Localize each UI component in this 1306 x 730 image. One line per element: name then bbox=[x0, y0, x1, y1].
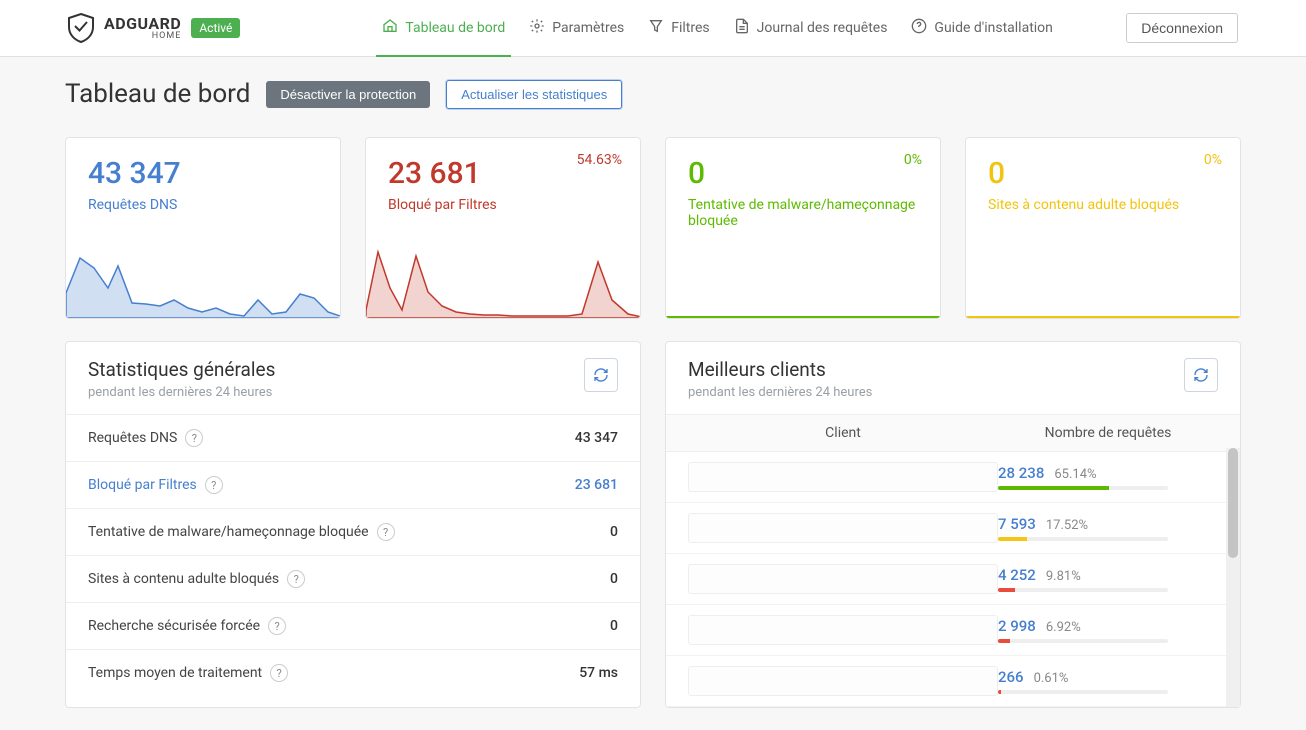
card-blocked[interactable]: 54.63% 23 681 Bloqué par Filtres bbox=[365, 137, 641, 319]
refresh-stats-button[interactable]: Actualiser les statistiques bbox=[446, 80, 622, 109]
refresh-icon bbox=[1193, 367, 1209, 383]
logo[interactable]: ADGUARD HOME bbox=[68, 13, 181, 43]
stat-value: 57 ms bbox=[579, 665, 618, 681]
panel-subtitle: pendant les dernières 24 heures bbox=[688, 385, 872, 400]
header: ADGUARD HOME Activé Tableau de bord Para… bbox=[0, 0, 1306, 57]
stat-label: Tentative de malware/hameçonnage bloquée bbox=[88, 524, 369, 540]
help-icon[interactable]: ? bbox=[268, 617, 286, 635]
progress-bar bbox=[998, 639, 1168, 643]
request-count: 4 252 bbox=[998, 566, 1036, 584]
stat-label: Requêtes DNS bbox=[88, 430, 177, 446]
client-name-cell bbox=[688, 513, 998, 543]
page-header: Tableau de bord Désactiver la protection… bbox=[65, 79, 1241, 109]
progress-bar bbox=[998, 486, 1168, 490]
stat-row: Tentative de malware/hameçonnage bloquée… bbox=[66, 508, 640, 555]
table-row: 2 998 6.92% bbox=[666, 605, 1240, 656]
client-name-cell bbox=[688, 462, 998, 492]
panel-subtitle: pendant les dernières 24 heures bbox=[88, 385, 275, 400]
document-icon bbox=[734, 18, 750, 38]
stat-value: 43 347 bbox=[575, 430, 618, 446]
page-title: Tableau de bord bbox=[65, 79, 250, 109]
refresh-icon-button[interactable] bbox=[584, 358, 618, 392]
stat-row: Bloqué par Filtres? 23 681 bbox=[66, 461, 640, 508]
table-header: Client Nombre de requêtes bbox=[666, 414, 1240, 452]
nav-filters[interactable]: Filtres bbox=[636, 0, 721, 57]
request-pct: 17.52% bbox=[1046, 518, 1088, 533]
refresh-icon-button[interactable] bbox=[1184, 358, 1218, 392]
scrollbar[interactable] bbox=[1226, 448, 1240, 707]
help-icon[interactable]: ? bbox=[377, 523, 395, 541]
nav-settings[interactable]: Paramètres bbox=[517, 0, 636, 57]
top-clients-panel: Meilleurs clients pendant les dernières … bbox=[665, 341, 1241, 708]
progress-bar bbox=[998, 588, 1168, 592]
request-pct: 9.81% bbox=[1046, 569, 1081, 584]
stats-cards: 43 347 Requêtes DNS 54.63% 23 681 Bloqué… bbox=[65, 137, 1241, 319]
request-pct: 0.61% bbox=[1034, 671, 1069, 686]
stat-row: Recherche sécurisée forcée? 0 bbox=[66, 602, 640, 649]
stat-value: 0 bbox=[610, 571, 618, 587]
stat-row: Sites à contenu adulte bloqués? 0 bbox=[66, 555, 640, 602]
table-row: 28 238 65.14% bbox=[666, 452, 1240, 503]
request-count: 28 238 bbox=[998, 464, 1044, 482]
stat-label: Sites à contenu adulte bloqués bbox=[88, 571, 279, 587]
general-stats-panel: Statistiques générales pendant les derni… bbox=[65, 341, 641, 708]
request-pct: 65.14% bbox=[1054, 467, 1096, 482]
logout-button[interactable]: Déconnexion bbox=[1126, 13, 1238, 43]
stat-value: 0 bbox=[610, 524, 618, 540]
shield-check-icon bbox=[68, 13, 94, 43]
progress-bar bbox=[998, 537, 1168, 541]
client-name-cell bbox=[688, 666, 998, 696]
nav-querylog[interactable]: Journal des requêtes bbox=[722, 0, 900, 57]
stat-label: Temps moyen de traitement bbox=[88, 665, 262, 681]
main-nav: Tableau de bord Paramètres Filtres Journ… bbox=[370, 0, 1065, 57]
help-circle-icon bbox=[911, 18, 927, 38]
stat-row: Requêtes DNS? 43 347 bbox=[66, 414, 640, 461]
request-count: 7 593 bbox=[998, 515, 1036, 533]
help-icon[interactable]: ? bbox=[205, 476, 223, 494]
request-pct: 6.92% bbox=[1046, 620, 1081, 635]
stat-label: Recherche sécurisée forcée bbox=[88, 618, 260, 634]
logo-text: ADGUARD bbox=[104, 16, 181, 32]
stat-value: 23 681 bbox=[575, 477, 618, 493]
status-badge: Activé bbox=[191, 18, 240, 38]
nav-guide[interactable]: Guide d'installation bbox=[899, 0, 1064, 57]
help-icon[interactable]: ? bbox=[185, 429, 203, 447]
client-name-cell bbox=[688, 564, 998, 594]
request-count: 266 bbox=[998, 668, 1024, 686]
request-count: 2 998 bbox=[998, 617, 1036, 635]
client-name-cell bbox=[688, 615, 998, 645]
panel-title: Statistiques générales bbox=[88, 358, 275, 381]
table-row: 4 252 9.81% bbox=[666, 554, 1240, 605]
progress-bar bbox=[998, 690, 1168, 694]
stat-row: Temps moyen de traitement? 57 ms bbox=[66, 649, 640, 696]
gear-icon bbox=[529, 18, 545, 38]
card-adult[interactable]: 0% 0 Sites à contenu adulte bloqués bbox=[965, 137, 1241, 319]
refresh-icon bbox=[593, 367, 609, 383]
card-dns-queries[interactable]: 43 347 Requêtes DNS bbox=[65, 137, 341, 319]
nav-dashboard[interactable]: Tableau de bord bbox=[370, 0, 517, 57]
help-icon[interactable]: ? bbox=[287, 570, 305, 588]
table-row: 266 0.61% bbox=[666, 656, 1240, 707]
stat-label: Bloqué par Filtres bbox=[88, 477, 197, 493]
disable-protection-button[interactable]: Désactiver la protection bbox=[266, 81, 430, 108]
table-row: 7 593 17.52% bbox=[666, 503, 1240, 554]
home-icon bbox=[382, 18, 398, 38]
filter-icon bbox=[648, 18, 664, 38]
stat-value: 0 bbox=[610, 618, 618, 634]
card-malware[interactable]: 0% 0 Tentative de malware/hameçonnage bl… bbox=[665, 137, 941, 319]
panel-title: Meilleurs clients bbox=[688, 358, 872, 381]
help-icon[interactable]: ? bbox=[270, 664, 288, 682]
sparkline-blocked bbox=[366, 238, 641, 318]
sparkline-dns bbox=[66, 238, 341, 318]
logo-subtext: HOME bbox=[104, 32, 181, 41]
